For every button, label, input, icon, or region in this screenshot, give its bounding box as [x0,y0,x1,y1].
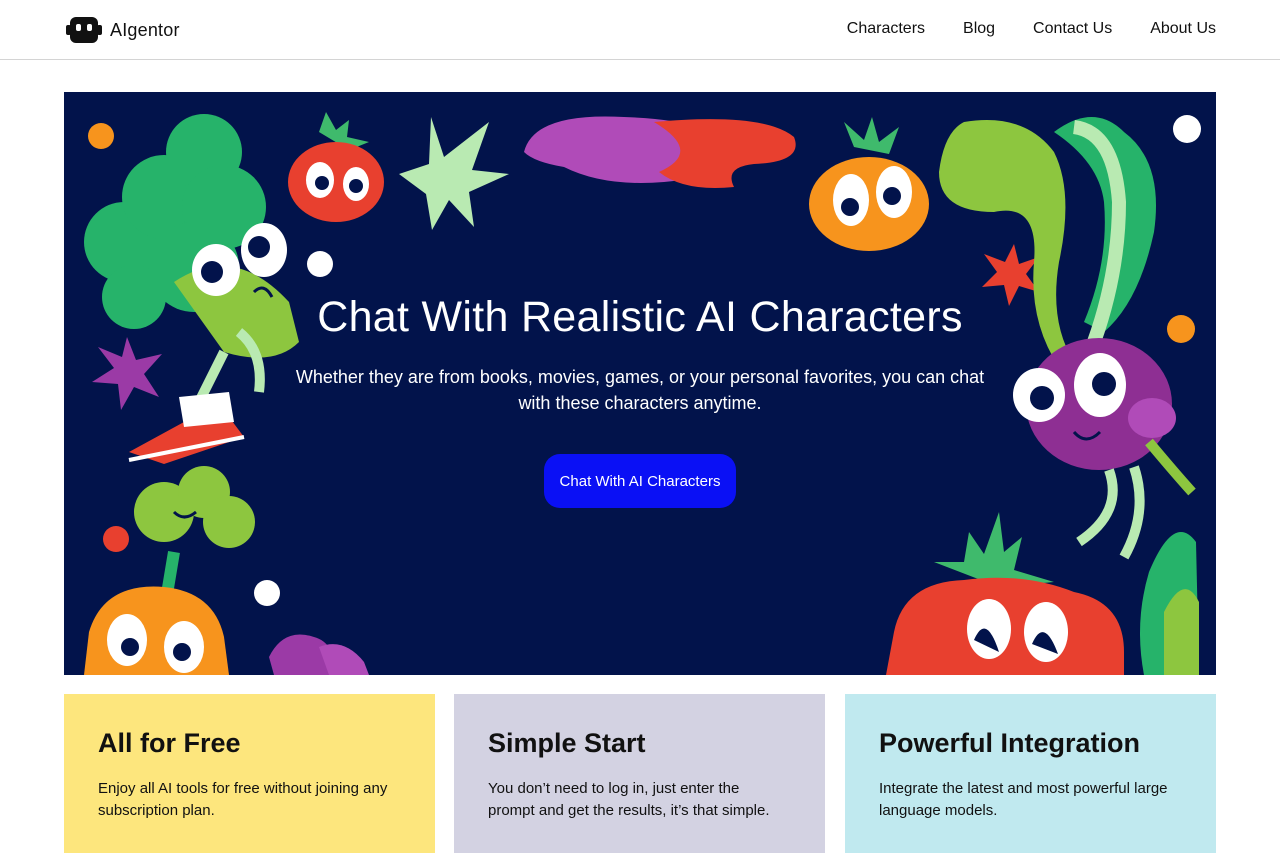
hero-banner: Chat With Realistic AI Characters Whethe… [64,92,1216,675]
nav-characters-link[interactable]: Characters [847,18,925,40]
feature-description: You don’t need to log in, just enter the… [488,780,770,819]
feature-title: Powerful Integration [879,728,1141,758]
nav-blog-link[interactable]: Blog [963,18,995,40]
robot-face-icon [66,17,102,43]
carrot-character [84,466,255,675]
nav-about-us-link[interactable]: About Us [1150,18,1216,40]
hero-title: Chat With Realistic AI Characters [317,293,963,341]
main-nav: Characters Blog Contact Us About Us [847,18,1216,40]
nav-contact-us-link[interactable]: Contact Us [1033,18,1112,40]
chat-with-ai-characters-button[interactable]: Chat With AI Characters [544,454,736,508]
brand-name: AIgentor [110,19,180,40]
feature-title: Simple Start [488,728,646,758]
broccoli-character [84,114,299,464]
hero-subtitle: Whether they are from books, movies, gam… [295,367,985,413]
small-tomato-character [288,112,384,222]
feature-description: Integrate the latest and most powerful l… [879,780,1168,819]
feature-description: Enjoy all AI tools for free without join… [98,780,388,819]
feature-title: All for Free [98,728,241,758]
feature-card-free: All for Free Enjoy all AI tools for free… [64,694,435,853]
orange-character [809,117,929,251]
top-navbar: AIgentor Characters Blog Contact Us Abou… [0,0,1280,60]
feature-card-simple-start: Simple Start You don’t need to log in, j… [454,694,825,853]
feature-card-integration: Powerful Integration Integrate the lates… [845,694,1216,853]
brand-home-link[interactable]: AIgentor [66,16,180,44]
